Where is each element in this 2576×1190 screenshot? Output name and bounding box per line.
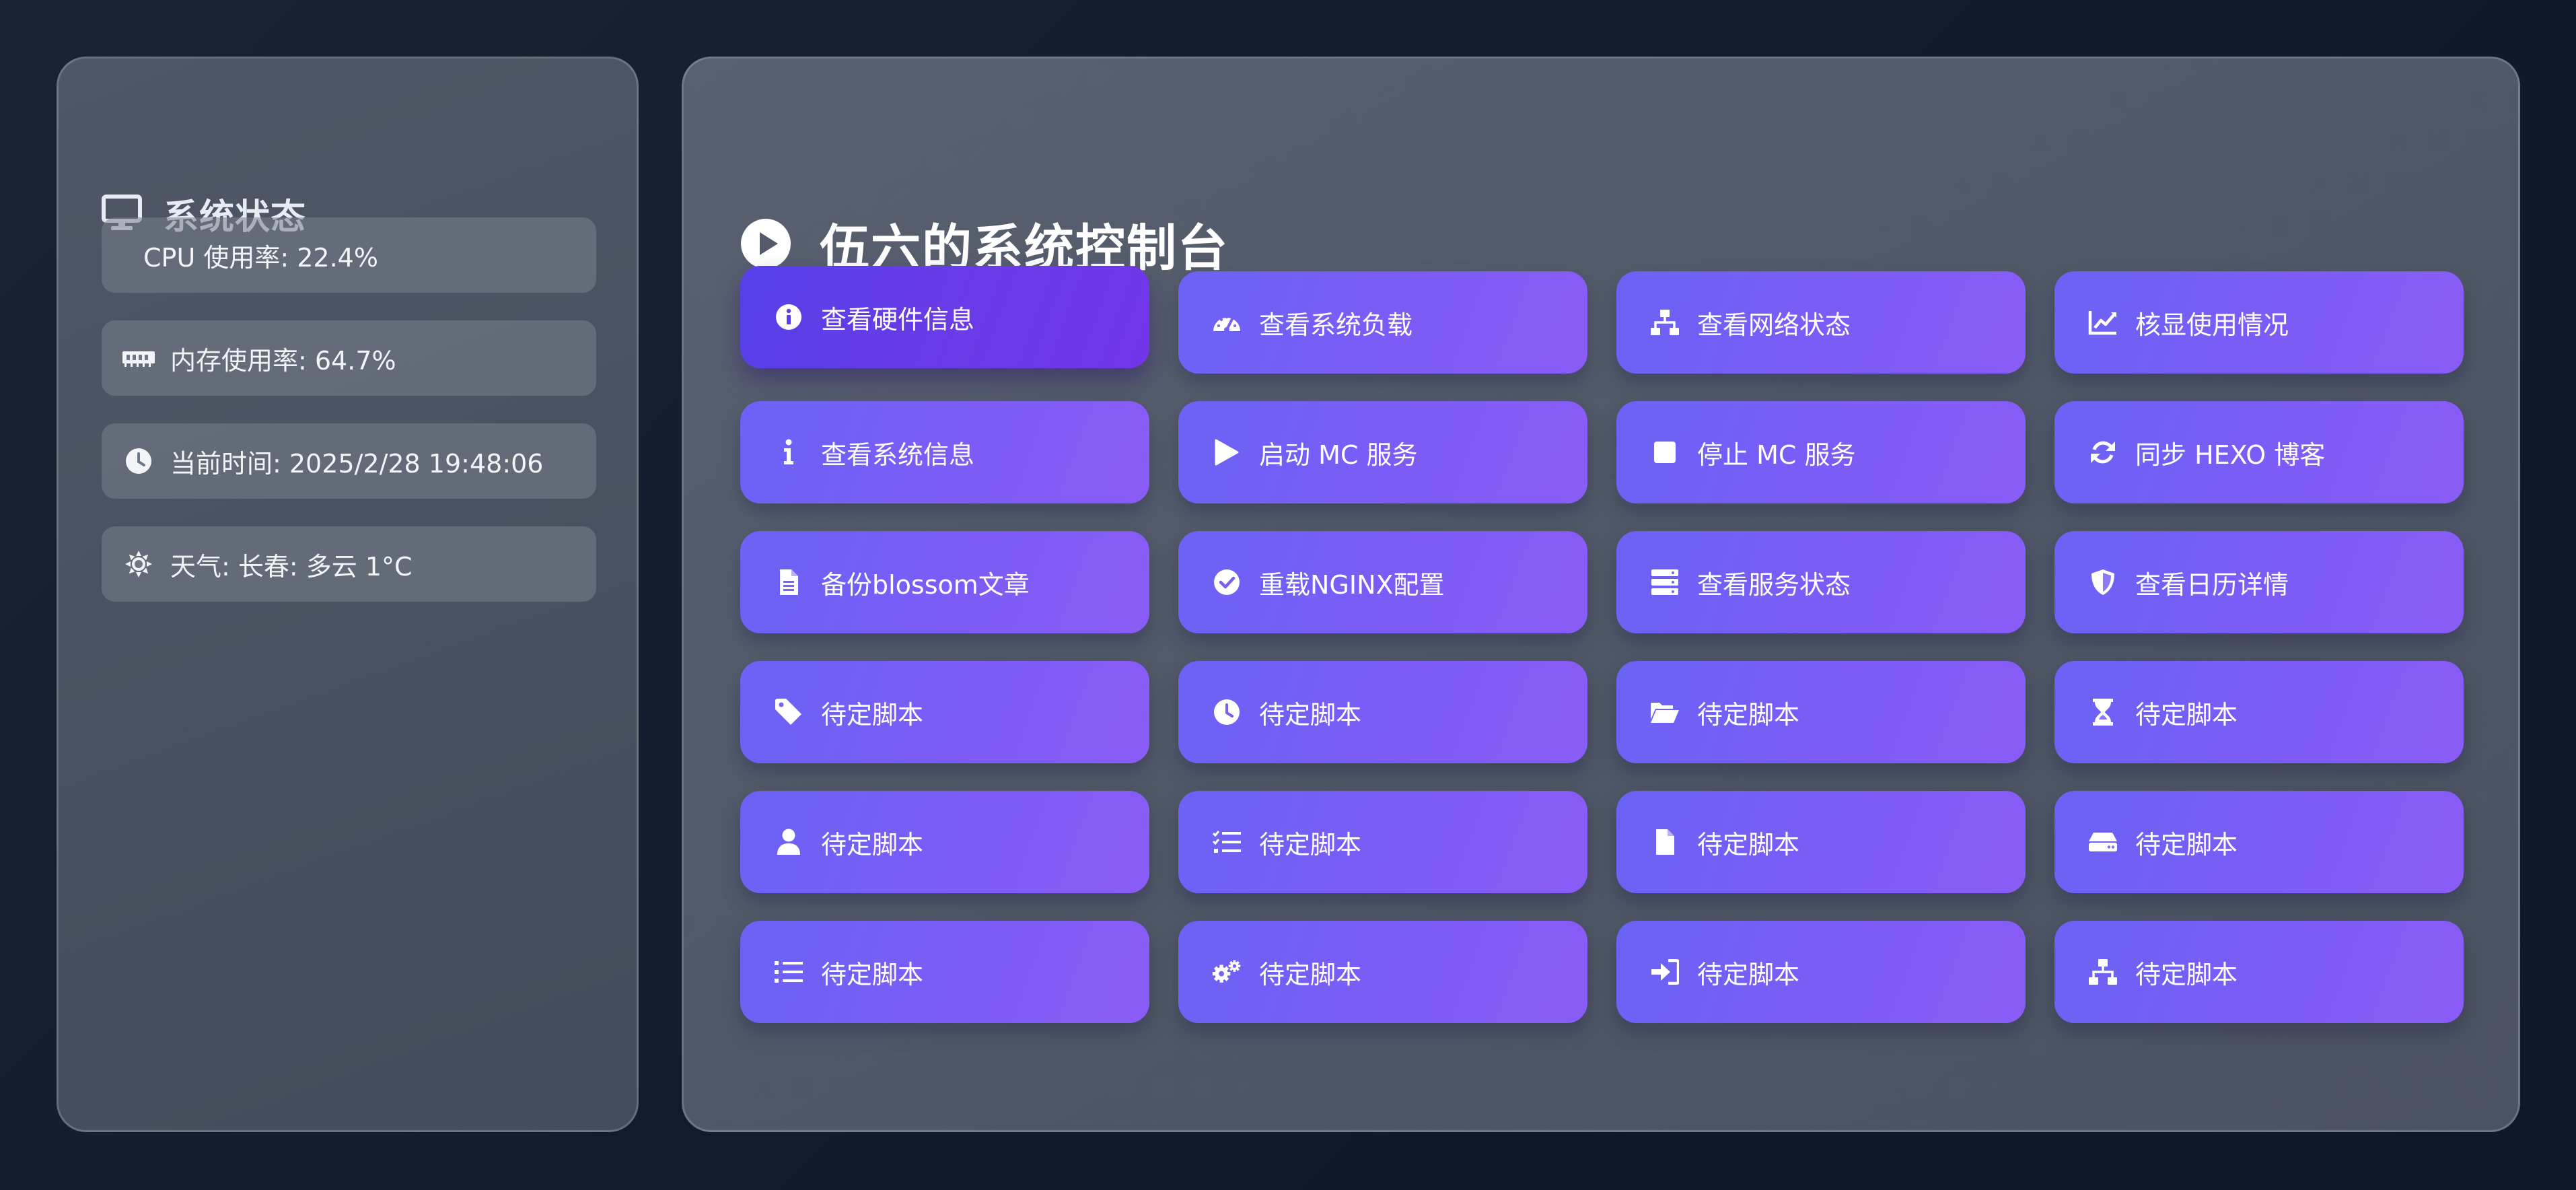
sitemap-icon bbox=[2088, 957, 2118, 987]
pending-script-hourglass-button[interactable]: 待定脚本 bbox=[2054, 661, 2464, 763]
memory-usage-card: 内存使用率: 64.7% bbox=[102, 320, 596, 396]
stop-icon bbox=[1650, 438, 1680, 467]
sync-hexo-blog-button[interactable]: 同步 HEXO 博客 bbox=[2054, 401, 2464, 503]
server-icon bbox=[1650, 567, 1680, 597]
pending-script-folder-button[interactable]: 待定脚本 bbox=[1616, 661, 2026, 763]
current-time-text: 当前时间: 2025/2/28 19:48:06 bbox=[170, 448, 544, 479]
check-circle-icon bbox=[1212, 567, 1242, 597]
shield-icon bbox=[2088, 567, 2118, 597]
network-icon bbox=[1650, 308, 1680, 337]
pending-script-hdd-button[interactable]: 待定脚本 bbox=[2054, 791, 2464, 893]
pending-script-tag-button[interactable]: 待定脚本 bbox=[740, 661, 1149, 763]
folder-open-icon bbox=[1650, 697, 1680, 727]
current-time-card: 当前时间: 2025/2/28 19:48:06 bbox=[102, 423, 596, 499]
system-status-panel: 系统状态 CPU 使用率: 22.4% 内存使用率: 64.7% bbox=[57, 57, 639, 1132]
control-console-panel: 伍六的系统控制台 查看硬件信息 查看系统负载 查看网络状态 核显使用情况 查看系… bbox=[682, 57, 2520, 1132]
weather-card: 天气: 长春: 多云 1°C bbox=[102, 526, 596, 602]
cogs-icon bbox=[1212, 957, 1242, 987]
memory-usage-text: 内存使用率: 64.7% bbox=[170, 345, 396, 376]
pending-script-list-button[interactable]: 待定脚本 bbox=[740, 921, 1149, 1023]
play-circle-icon bbox=[740, 218, 791, 269]
view-network-status-button[interactable]: 查看网络状态 bbox=[1616, 271, 2026, 374]
file-blank-icon bbox=[1650, 827, 1680, 857]
hourglass-icon bbox=[2088, 697, 2118, 727]
cpu-usage-text: CPU 使用率: 22.4% bbox=[143, 242, 378, 273]
view-system-load-button[interactable]: 查看系统负载 bbox=[1178, 271, 1587, 374]
reload-nginx-config-button[interactable]: 重载NGINX配置 bbox=[1178, 531, 1587, 633]
view-service-status-button[interactable]: 查看服务状态 bbox=[1616, 531, 2026, 633]
file-icon bbox=[774, 567, 803, 597]
info-icon bbox=[774, 438, 803, 467]
pending-script-clock-button[interactable]: 待定脚本 bbox=[1178, 661, 1587, 763]
user-icon bbox=[774, 827, 803, 857]
gauge-icon bbox=[1212, 308, 1242, 337]
igpu-usage-button[interactable]: 核显使用情况 bbox=[2054, 271, 2464, 374]
weather-text: 天气: 长春: 多云 1°C bbox=[170, 551, 413, 582]
hdd-icon bbox=[2088, 827, 2118, 857]
clock-icon bbox=[122, 444, 155, 478]
backup-blossom-articles-button[interactable]: 备份blossom文章 bbox=[740, 531, 1149, 633]
sign-in-icon bbox=[1650, 957, 1680, 987]
cpu-icon bbox=[122, 238, 143, 272]
chart-line-icon bbox=[2088, 308, 2118, 337]
clock-icon bbox=[1212, 697, 1242, 727]
pending-script-file-button[interactable]: 待定脚本 bbox=[1616, 791, 2026, 893]
list-icon bbox=[774, 957, 803, 987]
view-hardware-info-button[interactable]: 查看硬件信息 bbox=[740, 266, 1149, 368]
play-icon bbox=[1212, 438, 1242, 467]
info-circle-icon bbox=[774, 302, 803, 332]
sync-icon bbox=[2088, 438, 2118, 467]
cpu-usage-card: CPU 使用率: 22.4% bbox=[102, 217, 596, 293]
pending-script-sign-in-button[interactable]: 待定脚本 bbox=[1616, 921, 2026, 1023]
pending-script-cogs-button[interactable]: 待定脚本 bbox=[1178, 921, 1587, 1023]
view-calendar-details-button[interactable]: 查看日历详情 bbox=[2054, 531, 2464, 633]
pending-script-sitemap-button[interactable]: 待定脚本 bbox=[2054, 921, 2464, 1023]
tasks-icon bbox=[1212, 827, 1242, 857]
pending-script-tasks-button[interactable]: 待定脚本 bbox=[1178, 791, 1587, 893]
sun-icon bbox=[122, 547, 155, 581]
view-system-info-button[interactable]: 查看系统信息 bbox=[740, 401, 1149, 503]
pending-script-user-button[interactable]: 待定脚本 bbox=[740, 791, 1149, 893]
stop-mc-service-button[interactable]: 停止 MC 服务 bbox=[1616, 401, 2026, 503]
start-mc-service-button[interactable]: 启动 MC 服务 bbox=[1178, 401, 1587, 503]
memory-icon bbox=[122, 341, 155, 375]
tag-icon bbox=[774, 697, 803, 727]
